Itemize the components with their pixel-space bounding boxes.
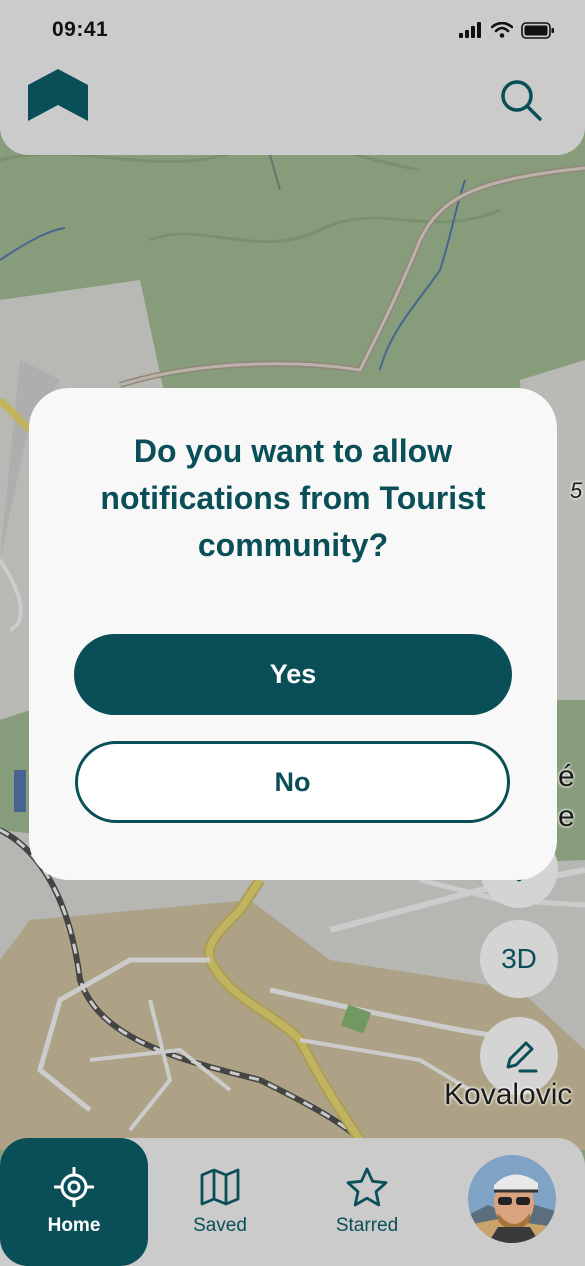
nav-label-home: Home — [47, 1215, 101, 1236]
map-3d-label: 3D — [501, 943, 537, 974]
status-time: 09:41 — [52, 18, 109, 41]
wifi-icon — [491, 22, 513, 38]
map-place-label: Kovalovic — [444, 1078, 573, 1111]
bookmark-logo-icon[interactable] — [28, 69, 88, 121]
nav-item-home[interactable]: Home — [0, 1138, 148, 1266]
nav-item-saved[interactable]: Saved — [146, 1138, 294, 1266]
notification-permission-dialog: Do you want to allow notifications from … — [29, 388, 557, 880]
signal-icon — [459, 22, 481, 38]
status-icons — [459, 21, 555, 39]
battery-icon — [521, 21, 554, 39]
dialog-title: Do you want to allow notifications from … — [100, 433, 486, 563]
map-elevation-label: 5 — [570, 478, 583, 503]
no-button[interactable]: No — [75, 741, 510, 823]
map-icon — [200, 1168, 240, 1206]
nav-label-saved: Saved — [193, 1215, 247, 1236]
profile-avatar[interactable] — [468, 1155, 556, 1243]
map-3d-button[interactable]: 3D — [480, 920, 558, 998]
map-place-label-partial: é — [558, 760, 575, 793]
target-icon — [54, 1167, 94, 1207]
star-icon — [346, 1167, 388, 1207]
map-place-label-partial: e — [558, 800, 575, 833]
nav-item-starred[interactable]: Starred — [293, 1138, 441, 1266]
pencil-icon — [506, 1041, 538, 1073]
nav-label-starred: Starred — [335, 1215, 399, 1236]
avatar-photo — [468, 1155, 556, 1243]
status-bar: 09:41 — [0, 0, 585, 64]
yes-button[interactable]: Yes — [74, 634, 512, 715]
search-icon[interactable] — [499, 78, 543, 122]
